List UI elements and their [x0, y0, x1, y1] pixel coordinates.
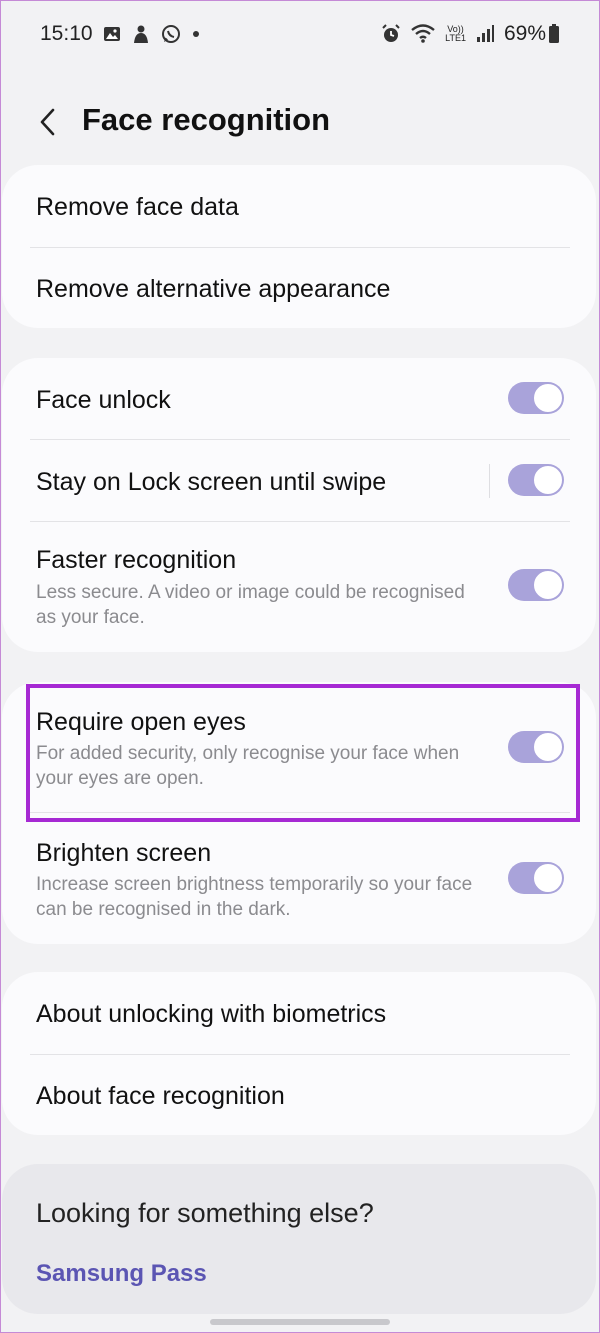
brighten-screen-description: Increase screen brightness temporarily s… — [36, 874, 473, 920]
face-unlock-toggle[interactable] — [508, 382, 564, 414]
faster-recognition-description: Less secure. A video or image could be r… — [36, 582, 465, 628]
brighten-screen-item[interactable]: Brighten screen Increase screen brightne… — [2, 813, 596, 944]
toggle-knob — [533, 570, 563, 600]
app-header: Face recognition — [0, 90, 600, 154]
chevron-left-icon — [40, 108, 55, 136]
vertical-separator — [489, 464, 490, 498]
require-open-eyes-toggle[interactable] — [508, 731, 564, 763]
toggle-knob — [533, 465, 563, 495]
about-biometrics-label: About unlocking with biometrics — [36, 1000, 387, 1028]
looking-for-something-else-card: Looking for something else? Samsung Pass — [2, 1164, 596, 1314]
battery-icon — [548, 24, 560, 44]
alarm-icon — [381, 24, 401, 44]
page-title: Face recognition — [82, 102, 331, 137]
toggle-knob — [533, 863, 563, 893]
volte-icon: Vo)) LTE1 — [445, 25, 466, 43]
require-open-eyes-description: For added security, only recognise your … — [36, 743, 460, 789]
face-unlock-label: Face unlock — [36, 386, 171, 414]
face-unlock-item[interactable]: Face unlock — [2, 358, 596, 440]
looking-question: Looking for something else? — [36, 1198, 374, 1228]
home-indicator[interactable] — [210, 1319, 390, 1325]
samsung-pass-link[interactable]: Samsung Pass — [36, 1260, 207, 1288]
require-open-eyes-label: Require open eyes — [36, 708, 246, 736]
toggle-knob — [533, 732, 563, 762]
brighten-screen-label: Brighten screen — [36, 839, 212, 867]
brighten-screen-toggle[interactable] — [508, 862, 564, 894]
dot-icon — [191, 29, 201, 39]
faster-recognition-label: Faster recognition — [36, 546, 237, 574]
remove-alternative-label: Remove alternative appearance — [36, 275, 391, 303]
stay-on-lock-toggle[interactable] — [508, 464, 564, 496]
gallery-icon — [103, 25, 121, 43]
wifi-icon — [411, 24, 435, 44]
eye-options-card: Require open eyes For added security, on… — [2, 682, 596, 944]
stay-on-lock-label: Stay on Lock screen until swipe — [36, 468, 387, 496]
faster-recognition-item[interactable]: Faster recognition Less secure. A video … — [2, 522, 596, 652]
person-icon — [131, 24, 151, 44]
stay-on-lock-screen-item[interactable]: Stay on Lock screen until swipe — [2, 440, 596, 522]
remove-alternative-appearance-item[interactable]: Remove alternative appearance — [2, 248, 596, 328]
require-open-eyes-item[interactable]: Require open eyes For added security, on… — [2, 682, 596, 812]
signal-icon — [476, 25, 494, 43]
volte-bottom-label: LTE1 — [445, 33, 466, 43]
battery-percent: 69% — [503, 22, 546, 45]
whatsapp-icon — [161, 24, 181, 44]
about-card: About unlocking with biometrics About fa… — [2, 972, 596, 1135]
face-data-card: Remove face data Remove alternative appe… — [2, 165, 596, 328]
about-face-recognition-item[interactable]: About face recognition — [2, 1055, 596, 1135]
remove-face-data-item[interactable]: Remove face data — [2, 165, 596, 247]
about-face-recognition-label: About face recognition — [36, 1082, 285, 1110]
status-bar: 15:10 Vo)) LTE1 69% — [40, 18, 560, 50]
remove-face-data-label: Remove face data — [36, 193, 239, 221]
back-button[interactable] — [30, 104, 66, 140]
status-time: 15:10 — [40, 22, 93, 45]
unlock-options-card: Face unlock Stay on Lock screen until sw… — [2, 358, 596, 652]
faster-recognition-toggle[interactable] — [508, 569, 564, 601]
toggle-knob — [533, 383, 563, 413]
about-biometrics-item[interactable]: About unlocking with biometrics — [2, 972, 596, 1054]
